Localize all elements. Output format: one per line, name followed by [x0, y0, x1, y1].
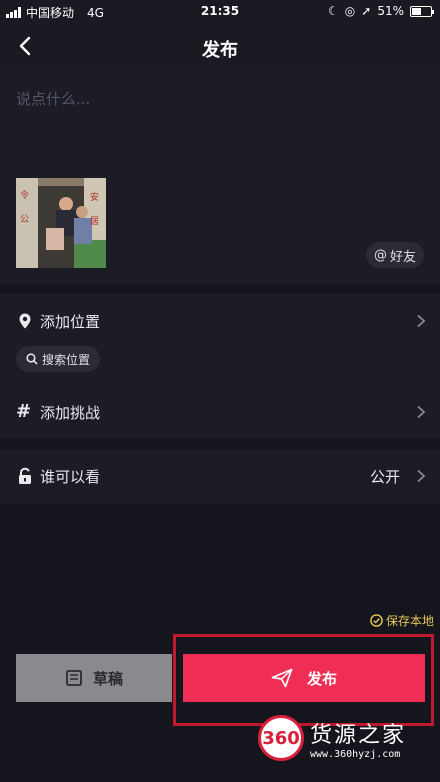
options-panel: 添加位置 搜索位置 # 添加挑战	[0, 293, 440, 439]
add-challenge-label: 添加挑战	[40, 403, 101, 422]
map-pin-icon	[19, 313, 31, 329]
visibility-panel: 谁可以看 公开	[0, 449, 440, 504]
add-challenge-row[interactable]: # 添加挑战	[0, 392, 440, 432]
divider	[0, 439, 440, 449]
svg-text:居: 居	[90, 216, 99, 227]
svg-text:安: 安	[90, 191, 99, 203]
search-location-chip[interactable]: 搜索位置	[16, 346, 101, 372]
video-thumbnail[interactable]: 令 公 安 居	[16, 178, 106, 268]
watermark: 360 货源之家 www.360hyzj.com	[258, 710, 440, 766]
location-arrow-icon: ➚	[361, 4, 372, 18]
page-title: 发布	[202, 40, 238, 61]
add-location-row[interactable]: 添加位置	[0, 301, 440, 341]
watermark-logo: 360	[258, 715, 304, 761]
chevron-right-icon	[417, 469, 426, 483]
svg-text:令: 令	[20, 189, 29, 201]
search-location-label: 搜索位置	[42, 352, 91, 367]
caption-input[interactable]: 说点什么...	[16, 88, 90, 109]
who-can-see-row[interactable]: 谁可以看 公开	[0, 456, 440, 496]
compose-area[interactable]: 说点什么... 令 公 安 居 @ 好友	[0, 70, 440, 284]
header: 发布	[0, 24, 440, 70]
chevron-right-icon	[417, 405, 426, 419]
lock-rotation-icon: ◎	[344, 4, 356, 18]
draft-label: 草稿	[92, 669, 123, 688]
draft-button[interactable]: 草稿	[16, 654, 172, 702]
who-can-see-label: 谁可以看	[40, 467, 101, 486]
svg-text:公: 公	[20, 214, 29, 225]
add-location-label: 添加位置	[40, 312, 101, 331]
moon-icon: ☾	[328, 4, 339, 18]
divider	[0, 284, 440, 293]
search-icon	[26, 353, 38, 365]
at-icon: @	[373, 247, 387, 263]
chevron-right-icon	[417, 314, 426, 328]
publish-button[interactable]: 发布	[183, 654, 425, 702]
unlock-icon	[19, 467, 31, 484]
save-local-toggle[interactable]: 保存本地	[370, 612, 434, 629]
watermark-name: 货源之家	[310, 722, 407, 748]
battery-percent: 51%	[377, 4, 404, 18]
friend-label: 好友	[389, 249, 416, 265]
send-plane-icon	[271, 668, 293, 688]
publish-label: 发布	[306, 669, 337, 688]
hashtag-icon: #	[16, 401, 32, 422]
save-local-label: 保存本地	[385, 614, 434, 628]
battery-icon	[410, 5, 434, 17]
watermark-url: www.360hyzj.com	[310, 748, 401, 760]
status-bar: 中国移动 4G 21:35 ☾ ◎ ➚ 51%	[0, 0, 440, 24]
check-circle-icon	[370, 614, 383, 627]
draft-box-icon	[66, 670, 82, 686]
visibility-value: 公开	[369, 467, 400, 486]
mention-friend-button[interactable]: @ 好友	[365, 242, 424, 268]
